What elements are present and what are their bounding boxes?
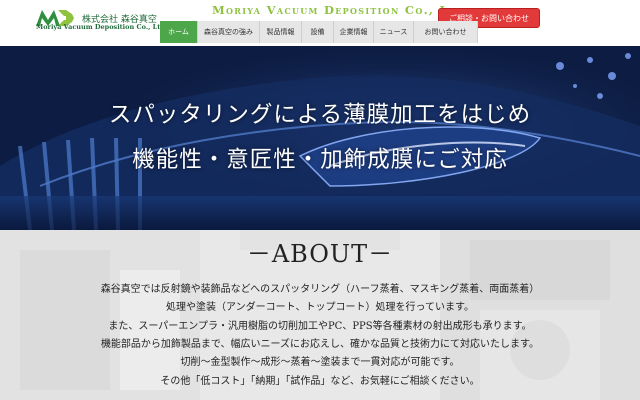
nav-item-contact[interactable]: お問い合わせ (414, 21, 478, 43)
about-title: －ABOUT－ (246, 240, 394, 268)
about-text-line: 切削～金型製作～成形～蒸着～塗装まで一貫対応が可能です。 (180, 357, 460, 368)
about-text-line: また、スーパーエンプラ・汎用樹脂の切削加工やPC、PPS等各種素材の射出成形も承… (108, 321, 532, 332)
hero-headline-1: スパッタリングによる薄膜加工をはじめ (108, 102, 532, 128)
about-text-line: 森谷真空では反射鏡や装飾品などへのスパッタリング（ハーフ蒸着、マスキング蒸着、両… (100, 284, 540, 295)
nav-item-strengths[interactable]: 森谷真空の強み (198, 21, 260, 43)
about-text-line: 機能部品から加飾製品まで、幅広いニーズにお応えし、確かな品質と技術力にて対応いた… (100, 339, 540, 350)
about-text-line: 処理や塗装（アンダーコート、トップコート）処理を行っています。 (166, 302, 474, 313)
nav-item-home[interactable]: ホーム (160, 21, 198, 43)
company-name-en: Moriya Vacuum Deposition Co., Ltd. (36, 23, 168, 31)
about-section: －ABOUT－ 森谷真空では反射鏡や装飾品などへのスパッタリング（ハーフ蒸着、マ… (0, 230, 640, 400)
nav-item-equipment[interactable]: 設備 (302, 21, 334, 43)
hero-background-image (0, 46, 640, 230)
nav-item-news[interactable]: ニュース (374, 21, 414, 43)
hero-headline-2: 機能性・意匠性・加飾成膜にご対応 (132, 147, 508, 173)
hero-banner: スパッタリングによる薄膜加工をはじめ 機能性・意匠性・加飾成膜にご対応 (0, 46, 640, 230)
site-header: 株式会社 森谷真空 Moriya Vacuum Deposition Co., … (0, 0, 640, 46)
nav-item-company[interactable]: 企業情報 (334, 21, 374, 43)
about-text-line: その他「低コスト」「納期」「試作品」など、お気軽にご相談ください。 (160, 376, 480, 387)
main-nav: ホーム 森谷真空の強み 製品情報 設備 企業情報 ニュース お問い合わせ (160, 21, 478, 43)
brand-title: Moriya Vacuum Deposition Co., Ltd. (212, 3, 470, 17)
nav-item-products[interactable]: 製品情報 (260, 21, 302, 43)
